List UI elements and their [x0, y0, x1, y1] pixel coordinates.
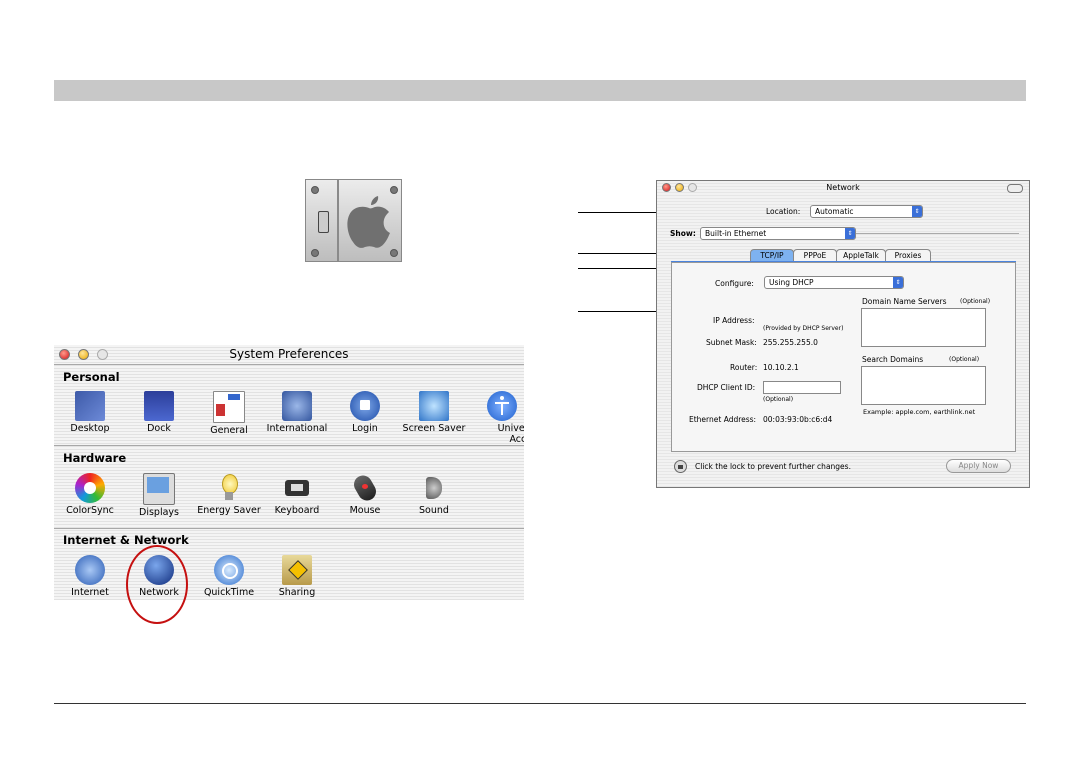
pref-keyboard[interactable]: Keyboard [263, 473, 331, 516]
colorsync-icon [75, 473, 105, 503]
toolbar-toggle-button[interactable] [1007, 184, 1023, 193]
search-domains-label: Search Domains [862, 355, 924, 364]
dhcp-optional-note: (Optional) [763, 396, 794, 403]
show-label: Show: [670, 229, 696, 238]
pref-login[interactable]: Login [331, 391, 399, 434]
window-title: Network [826, 183, 860, 192]
international-icon [282, 391, 312, 421]
pref-sharing[interactable]: Sharing [263, 555, 331, 598]
apply-now-button[interactable]: Apply Now [946, 459, 1011, 473]
show-popup[interactable]: Built-in Ethernet ⇕ [700, 227, 856, 240]
subnet-mask-label: Subnet Mask: [706, 338, 757, 347]
window-title: System Preferences [229, 347, 349, 361]
chevron-updown-icon: ⇕ [893, 277, 903, 288]
pref-international[interactable]: International [263, 391, 331, 434]
mouse-icon [350, 472, 380, 504]
dhcp-client-id-label: DHCP Client ID: [697, 383, 756, 392]
system-preferences-window: System Preferences Personal Desktop Dock… [54, 345, 524, 600]
dns-optional-note: (Optional) [960, 298, 991, 305]
general-icon [213, 391, 245, 423]
ip-address-label: IP Address: [713, 316, 755, 325]
system-preferences-graphic [305, 179, 402, 262]
lock-icon[interactable] [674, 460, 687, 473]
desktop-icon [75, 391, 105, 421]
configure-popup[interactable]: Using DHCP ⇕ [764, 276, 904, 289]
speaker-icon [419, 473, 449, 503]
pref-energy-saver[interactable]: Energy Saver [195, 473, 263, 516]
pref-colorsync[interactable]: ColorSync [56, 473, 124, 516]
dns-label: Domain Name Servers [862, 297, 947, 306]
lock-text: Click the lock to prevent further change… [695, 462, 851, 471]
example-text: Example: apple.com, earthlink.net [863, 408, 976, 416]
lightbulb-icon [214, 473, 244, 503]
switch-icon [318, 211, 329, 233]
location-popup[interactable]: Automatic ⇕ [810, 205, 923, 218]
network-window: Network Location: Automatic ⇕ Show: Built… [656, 180, 1030, 488]
location-label: Location: [766, 207, 801, 216]
screen-saver-icon [419, 391, 449, 421]
pref-screen-saver[interactable]: Screen Saver [400, 391, 468, 434]
pref-mouse[interactable]: Mouse [331, 472, 399, 516]
screw-icon [311, 186, 319, 194]
ip-provided-note: (Provided by DHCP Server) [763, 325, 844, 332]
apple-logo-icon [347, 196, 390, 248]
header-bar [54, 80, 1026, 101]
configure-label: Configure: [715, 279, 754, 288]
network-highlight-circle [126, 545, 188, 624]
ethernet-address-label: Ethernet Address: [689, 415, 757, 424]
footer-line [54, 703, 1026, 704]
chevron-updown-icon: ⇕ [912, 206, 922, 217]
pref-dock[interactable]: Dock [125, 391, 193, 434]
search-domains-field[interactable] [861, 366, 986, 405]
section-heading-internet-network: Internet & Network [63, 533, 189, 547]
pref-general[interactable]: General [195, 391, 263, 436]
internet-icon [75, 555, 105, 585]
pref-displays[interactable]: Displays [125, 473, 193, 518]
router-value: 10.10.2.1 [763, 363, 799, 372]
router-label: Router: [730, 363, 758, 372]
pref-universal-access[interactable]: Universal Access [468, 391, 524, 445]
pref-quicktime[interactable]: QuickTime [195, 555, 263, 598]
universal-access-icon [487, 391, 517, 421]
section-heading-hardware: Hardware [63, 451, 127, 465]
section-heading-personal: Personal [63, 370, 120, 384]
keyboard-icon [282, 473, 312, 503]
search-domains-optional-note: (Optional) [949, 356, 980, 363]
dock-icon [144, 391, 174, 421]
pref-sound[interactable]: Sound [400, 473, 468, 516]
displays-icon [143, 473, 175, 505]
sharing-icon [282, 555, 312, 585]
screw-icon [390, 249, 398, 257]
quicktime-icon [214, 555, 244, 585]
pref-desktop[interactable]: Desktop [56, 391, 124, 434]
ethernet-address-value: 00:03:93:0b:c6:d4 [763, 415, 833, 424]
pref-internet[interactable]: Internet [56, 555, 124, 598]
subnet-mask-value: 255.255.255.0 [763, 338, 818, 347]
screw-icon [311, 249, 319, 257]
login-icon [350, 391, 380, 421]
chevron-updown-icon: ⇕ [845, 228, 855, 239]
dns-field[interactable] [861, 308, 986, 347]
dhcp-client-id-field[interactable] [763, 381, 841, 394]
